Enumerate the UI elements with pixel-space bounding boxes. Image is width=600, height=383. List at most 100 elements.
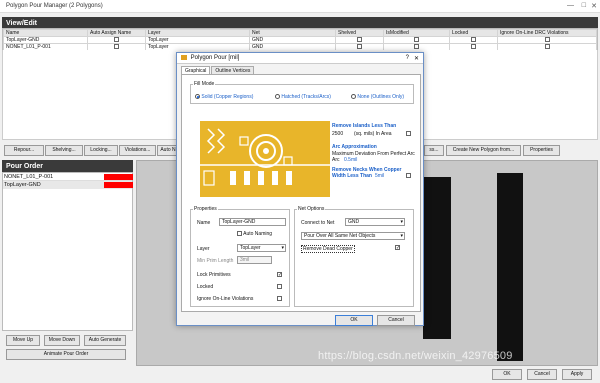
move-down-button[interactable]: Move Down [44, 335, 80, 346]
options-button[interactable]: ss... [424, 145, 444, 156]
pour-item-color [104, 182, 133, 188]
fill-hatched-option[interactable]: Hatched (Tracks/Arcs) [275, 94, 331, 100]
question-icon[interactable]: ? [406, 55, 409, 61]
radio-none[interactable] [351, 94, 356, 100]
net-options-header: Net Options [297, 206, 326, 212]
lock-primitives-checkbox[interactable]: ✓ [277, 272, 282, 278]
chevron-down-icon: ▾ [281, 245, 284, 251]
chevron-down-icon: ▾ [400, 219, 403, 225]
remove-islands-checkbox[interactable] [406, 131, 411, 136]
dialog-close-icon[interactable]: ✕ [414, 55, 419, 62]
connect-net-select[interactable]: GND ▾ [345, 218, 405, 226]
remove-islands-value[interactable]: 2500 [332, 131, 343, 137]
properties-group: Properties Name TopLayer-GND Auto Naming… [190, 206, 290, 307]
col-shelved[interactable]: Shelved [335, 29, 384, 37]
connect-net-label: Connect to Net [301, 220, 335, 226]
shelved-checkbox[interactable] [357, 37, 362, 43]
pour-order-header: Pour Order [2, 160, 133, 172]
preview-polygon [497, 173, 523, 361]
close-icon[interactable]: ✕ [591, 2, 597, 10]
fill-mode-label: Fill Mode [193, 81, 216, 87]
layer-select[interactable]: TopLayer ▾ [237, 244, 286, 252]
violations-button[interactable]: Violations... [119, 145, 156, 156]
remove-necks-value[interactable]: 5mil [375, 173, 384, 179]
ismodified-checkbox[interactable] [414, 44, 419, 50]
row-layer: TopLayer [145, 36, 250, 44]
list-item[interactable]: TopLayer-GND [3, 181, 133, 189]
pour-over-value: Pour Over All Same Net Objects [304, 233, 376, 239]
table-row[interactable]: TopLayer-GND TopLayer GND [3, 36, 597, 44]
col-net[interactable]: Net [249, 29, 336, 37]
watermark: https://blog.csdn.net/weixin_42976509 [318, 350, 513, 362]
view-edit-header: View/Edit [2, 17, 598, 28]
locked-checkbox[interactable] [471, 44, 476, 50]
pour-order-list: NONET_L01_P-001 TopLayer-GND [2, 172, 133, 331]
grid-header-row: Name Auto Assign Name Layer Net Shelved … [3, 29, 597, 37]
ok-button[interactable]: OK [492, 369, 522, 380]
remove-islands-unit: (sq. mils) In Area [354, 131, 392, 137]
col-name[interactable]: Name [3, 29, 88, 37]
col-layer[interactable]: Layer [145, 29, 250, 37]
locking-button[interactable]: Locking... [84, 145, 118, 156]
pour-item-label: TopLayer-GND [4, 182, 41, 188]
solid-fill-preview-icon [200, 121, 330, 197]
ignore-drc-checkbox[interactable] [544, 37, 550, 43]
minimize-icon[interactable]: — [567, 2, 574, 9]
ignore-online-checkbox[interactable] [277, 296, 282, 301]
preview-polygon [423, 177, 451, 339]
fill-none-option[interactable]: None (Outlines Only) [351, 94, 404, 100]
fill-solid-label: Solid (Copper Regions) [201, 94, 254, 100]
row-name: TopLayer-GND [3, 36, 88, 44]
name-field[interactable]: TopLayer-GND [219, 218, 286, 226]
shelving-button[interactable]: Shelving... [45, 145, 83, 156]
apply-button[interactable]: Apply [562, 369, 592, 380]
auto-naming-checkbox[interactable] [237, 231, 242, 237]
radio-hatched[interactable] [275, 94, 280, 100]
ismodified-checkbox[interactable] [414, 37, 419, 43]
fill-none-label: None (Outlines Only) [357, 94, 405, 100]
arc-approx-value[interactable]: 0.5mil [344, 157, 357, 163]
locked-label: Locked [197, 284, 214, 290]
polygon-icon [181, 55, 187, 60]
remove-dead-copper-checkbox[interactable]: ✓ [395, 245, 400, 251]
dialog-title: Polygon Pour [mil] [190, 55, 240, 62]
pour-item-color [104, 174, 133, 180]
graphical-panel: Fill Mode Solid (Copper Regions) Hatched… [181, 74, 421, 312]
dialog-ok-button[interactable]: OK [335, 315, 373, 326]
auto-assign-checkbox[interactable] [114, 37, 119, 43]
properties-header: Properties [193, 206, 218, 212]
dialog-cancel-button[interactable]: Cancel [377, 315, 415, 326]
auto-naming-option[interactable]: Auto Naming [237, 231, 272, 237]
dialog-titlebar: Polygon Pour [mil] ? ✕ [177, 53, 423, 64]
animate-pour-order-button[interactable]: Animate Pour Order [6, 349, 126, 360]
cancel-button[interactable]: Cancel [527, 369, 557, 380]
net-options-group: Net Options Connect to Net GND ▾ Pour Ove… [294, 206, 414, 307]
auto-generate-button[interactable]: Auto Generate [84, 335, 126, 346]
maximize-icon[interactable]: □ [582, 2, 586, 9]
properties-button[interactable]: Properties [523, 145, 560, 156]
list-item[interactable]: NONET_L01_P-001 [3, 173, 133, 181]
layer-label: Layer [197, 246, 210, 252]
row-net: GND [249, 36, 336, 44]
col-ismodified[interactable]: IsModified [383, 29, 450, 37]
locked-checkbox[interactable] [471, 37, 476, 43]
shelved-checkbox[interactable] [357, 44, 362, 50]
lock-primitives-label: Lock Primitives [197, 272, 231, 278]
col-auto-assign[interactable]: Auto Assign Name [87, 29, 146, 37]
pour-over-select[interactable]: Pour Over All Same Net Objects ▾ [301, 232, 405, 240]
fill-solid-option[interactable]: Solid (Copper Regions) [195, 94, 253, 100]
window-titlebar: Polygon Pour Manager (2 Polygons) — □ ✕ [0, 0, 600, 13]
ignore-drc-checkbox[interactable] [544, 44, 550, 50]
col-ignore-drc[interactable]: Ignore On-Line DRC Violations [497, 29, 597, 37]
col-locked[interactable]: Locked [449, 29, 498, 37]
locked-checkbox[interactable] [277, 284, 282, 289]
create-new-polygon-button[interactable]: Create New Polygon from... [446, 145, 521, 156]
remove-necks-checkbox[interactable] [406, 173, 411, 178]
fill-hatched-label: Hatched (Tracks/Arcs) [281, 94, 331, 100]
repour-button[interactable]: Repour... [4, 145, 44, 156]
move-up-button[interactable]: Move Up [6, 335, 40, 346]
radio-solid[interactable] [195, 94, 200, 100]
auto-assign-checkbox[interactable] [114, 44, 119, 50]
min-prim-field[interactable]: 3mil [237, 256, 272, 264]
fill-mode-group: Fill Mode Solid (Copper Regions) Hatched… [190, 81, 414, 104]
